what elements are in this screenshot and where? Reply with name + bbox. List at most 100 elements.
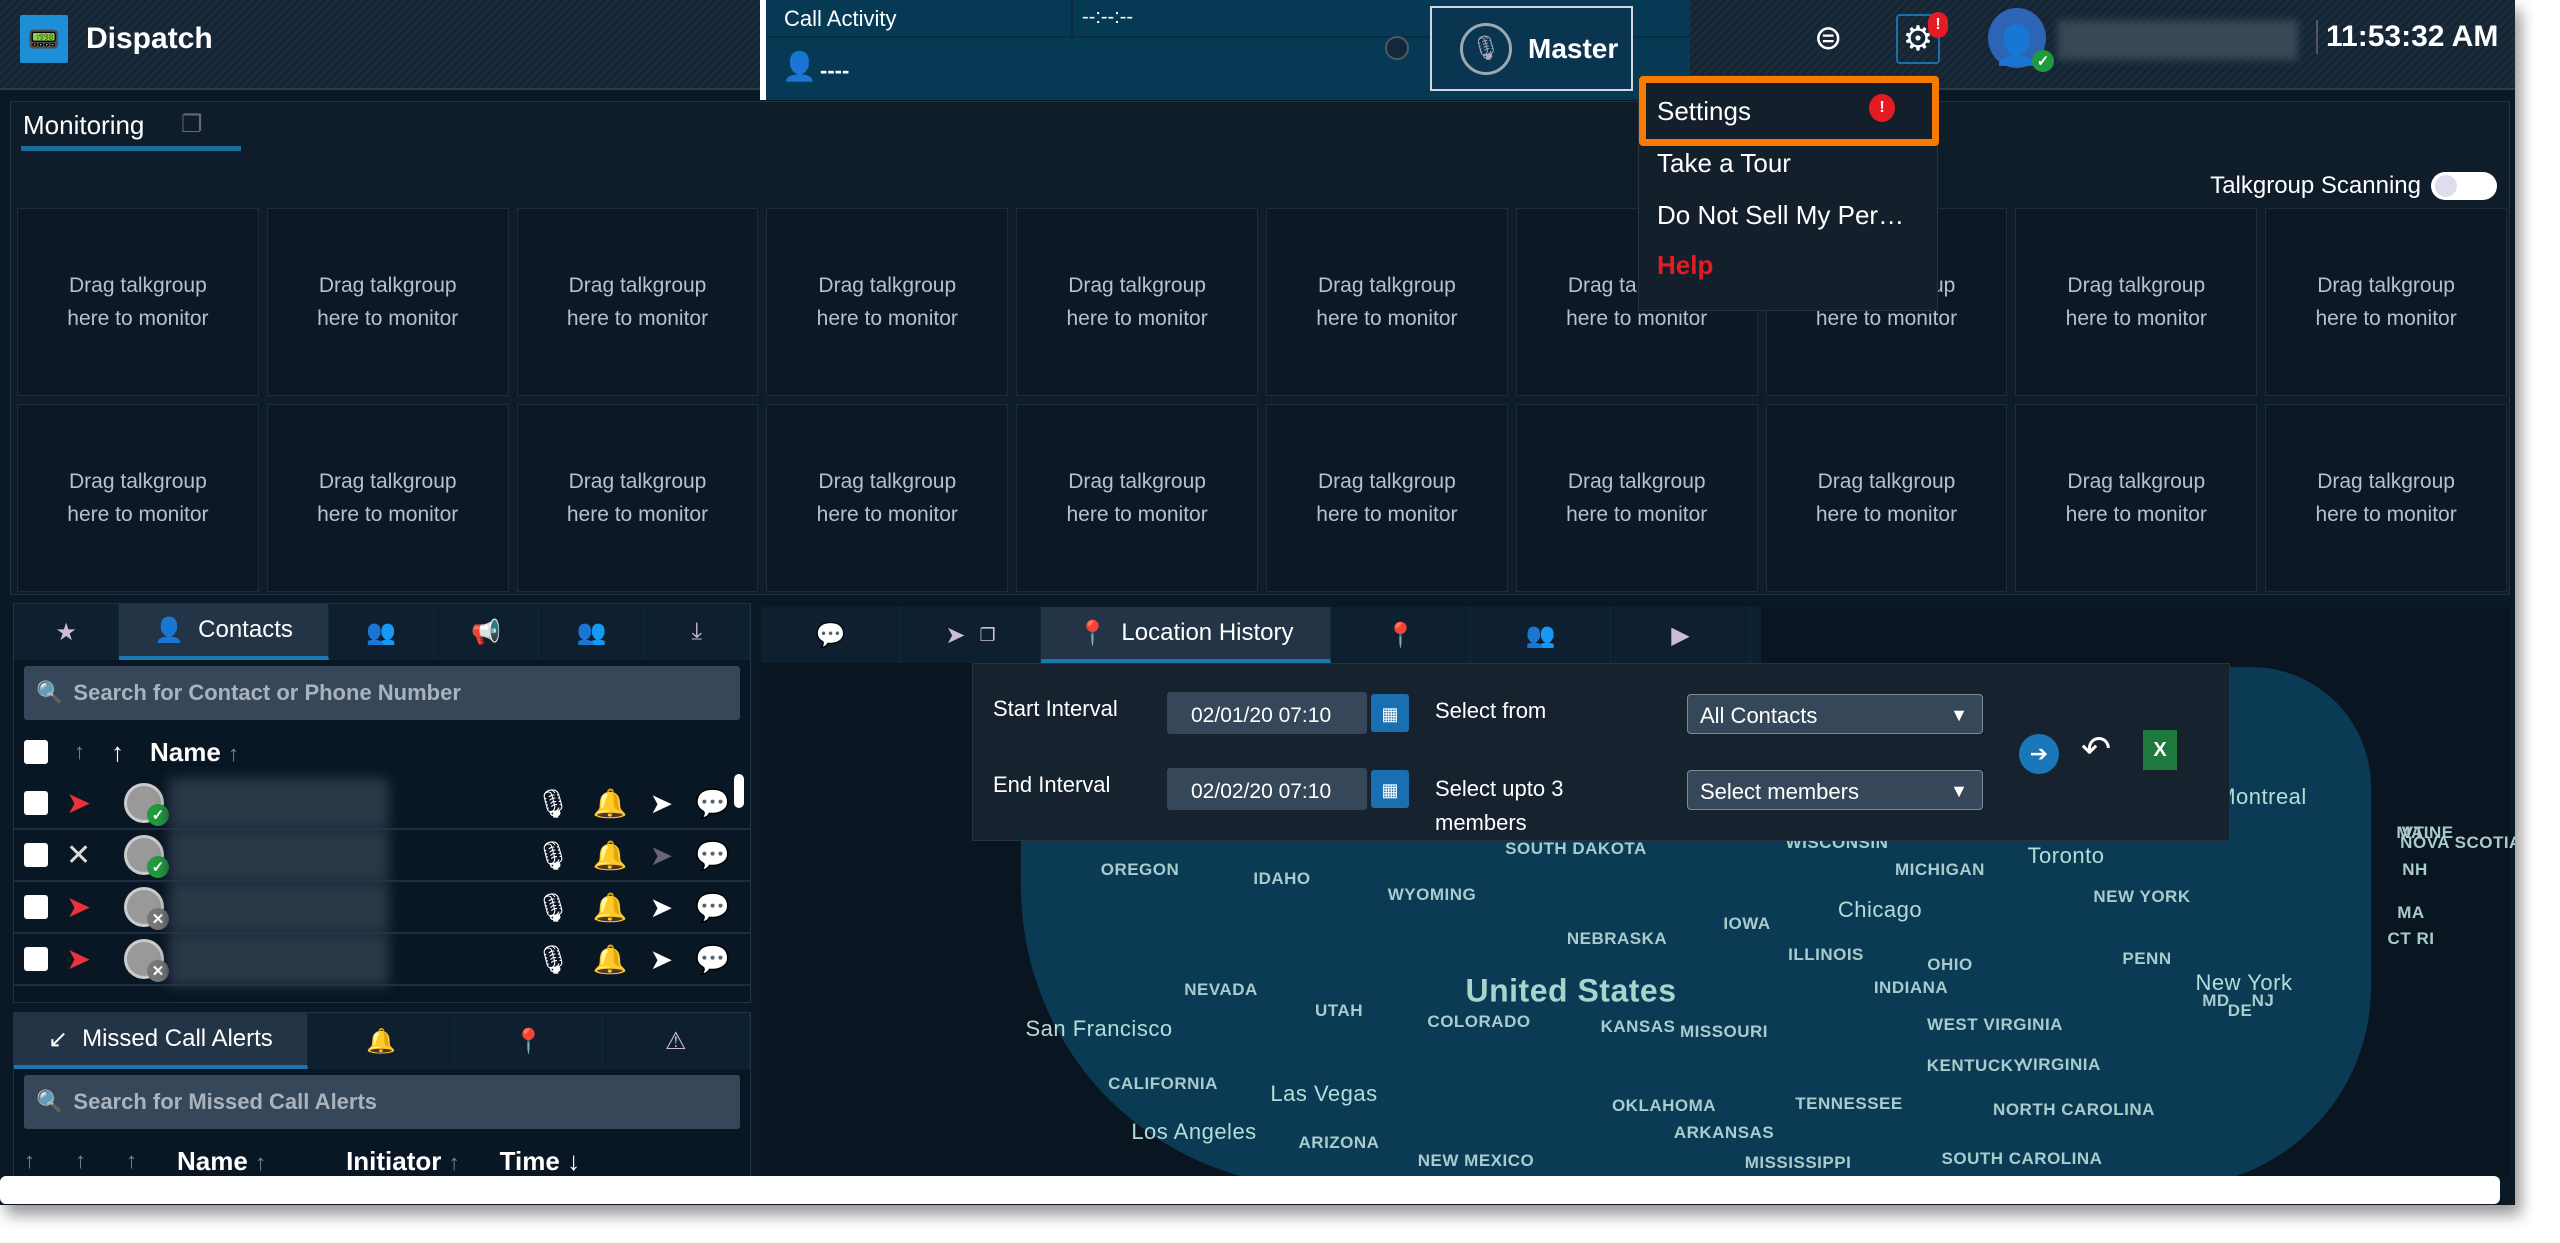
monitor-tile[interactable]: Drag talkgroup here to monitor bbox=[766, 208, 1009, 396]
menu-item-help[interactable]: Help bbox=[1657, 250, 1713, 281]
contact-row[interactable]: ➤ ✕ 🎙 🔔 ➤ 💬 bbox=[14, 882, 750, 934]
monitor-tile[interactable]: Drag talkgroup here to monitor bbox=[17, 404, 259, 592]
sort-arrow-icon[interactable]: ↑ bbox=[111, 737, 124, 768]
contact-name-redacted bbox=[169, 934, 389, 986]
tab-geofence-map[interactable]: 📍 bbox=[1331, 607, 1471, 663]
ptt-mic-icon[interactable]: 🎙 bbox=[535, 787, 571, 820]
contact-row[interactable]: ➤ ✓ 🎙 🔔 ➤ 💬 bbox=[14, 778, 750, 830]
bottom-bar bbox=[0, 1176, 2500, 1204]
tab-broadcast[interactable]: 📢 bbox=[434, 604, 540, 660]
tab-contacts[interactable]: 👤 Contacts bbox=[119, 604, 329, 660]
message-icon[interactable]: 💬 bbox=[695, 943, 730, 976]
contact-row[interactable]: ➤ ✕ 🎙 🔔 ➤ 💬 bbox=[14, 934, 750, 986]
map-label: WYOMING bbox=[1387, 885, 1477, 904]
tab-location[interactable]: ➤ ❐ bbox=[901, 607, 1041, 663]
map-label: VT bbox=[2401, 823, 2425, 842]
select-from-dropdown[interactable]: All Contacts bbox=[1687, 694, 1983, 734]
tab-missed-call-alerts[interactable]: ↙ Missed Call Alerts bbox=[14, 1013, 308, 1069]
monitor-tile[interactable]: Drag talkgroup here to monitor bbox=[1016, 404, 1258, 592]
monitor-tile[interactable]: Drag talkgroup here to monitor bbox=[1765, 404, 2008, 592]
tab-group-map[interactable]: 👥 bbox=[1471, 607, 1611, 663]
message-icon[interactable]: 💬 bbox=[695, 891, 730, 924]
contact-search-input[interactable]: 🔍 Search for Contact or Phone Number bbox=[24, 666, 740, 720]
monitor-tile[interactable]: Drag talkgroup here to monitor bbox=[17, 208, 259, 396]
monitor-tile[interactable]: Drag talkgroup here to monitor bbox=[1016, 208, 1258, 396]
reset-button[interactable]: ↶ bbox=[2081, 728, 2111, 770]
row-checkbox[interactable] bbox=[24, 843, 48, 867]
contact-row[interactable]: ✕ ✓ 🎙 🔔 ➤ 💬 bbox=[14, 830, 750, 882]
monitor-tile[interactable]: Drag talkgroup here to monitor bbox=[2015, 404, 2258, 592]
sort-arrow-icon[interactable]: ↑ bbox=[74, 739, 85, 765]
dispatch-app: 📟 Dispatch Call Activity --:--:-- 👤 ----… bbox=[0, 0, 2515, 1205]
master-button[interactable]: 🎙 Master bbox=[1430, 6, 1633, 91]
map-label: IDAHO bbox=[1253, 869, 1311, 888]
tab-dynamic-group[interactable]: 👥 bbox=[539, 604, 645, 660]
missed-search-input[interactable]: 🔍 Search for Missed Call Alerts bbox=[24, 1075, 740, 1129]
locate-icon[interactable]: ➤ bbox=[650, 839, 673, 872]
time-column-header[interactable]: Time ↓ bbox=[500, 1146, 580, 1177]
start-interval-input[interactable]: 02/01/20 07:10 bbox=[1167, 692, 1367, 734]
tab-recordings[interactable]: ▶ bbox=[1611, 607, 1751, 663]
monitor-tile[interactable]: Drag talkgroup here to monitor bbox=[266, 208, 509, 396]
name-column-header[interactable]: Name ↑ bbox=[177, 1146, 266, 1177]
settings-gear-button[interactable]: ⚙! bbox=[1896, 12, 1948, 64]
tab-alerts[interactable]: 🔔 bbox=[308, 1013, 456, 1069]
monitor-tile[interactable]: Drag talkgroup here to monitor bbox=[1515, 404, 1758, 592]
popout-icon[interactable]: ❐ bbox=[181, 110, 211, 140]
sort-arrow-icon[interactable]: ↑ bbox=[126, 1148, 137, 1174]
calendar-icon[interactable]: ▦ bbox=[1371, 770, 1409, 808]
ptt-mic-icon[interactable]: 🎙 bbox=[535, 839, 571, 872]
ptt-mic-icon[interactable]: 🎙 bbox=[535, 943, 571, 976]
end-interval-input[interactable]: 02/02/20 07:10 bbox=[1167, 768, 1367, 810]
monitor-tile[interactable]: Drag talkgroup here to monitor bbox=[2265, 404, 2507, 592]
message-icon[interactable]: 💬 bbox=[695, 787, 730, 820]
monitor-tile[interactable]: Drag talkgroup here to monitor bbox=[516, 208, 759, 396]
talkgroup-scanning: Talkgroup Scanning bbox=[2210, 172, 2497, 200]
tab-emergency[interactable]: ⚠ bbox=[603, 1013, 751, 1069]
row-checkbox[interactable] bbox=[24, 791, 48, 815]
tab-location-history[interactable]: 📍 Location History bbox=[1041, 607, 1331, 663]
tab-monitoring[interactable]: Monitoring bbox=[23, 110, 144, 141]
locate-icon[interactable]: ➤ bbox=[650, 787, 673, 820]
monitor-tile[interactable]: Drag talkgroup here to monitor bbox=[2015, 208, 2258, 396]
excel-export-button[interactable]: X bbox=[2143, 730, 2177, 770]
menu-item-take-a-tour[interactable]: Take a Tour bbox=[1657, 148, 1791, 179]
sort-arrow-icon[interactable]: ↑ bbox=[24, 1148, 35, 1174]
apply-arrow-button[interactable]: ➔ bbox=[2019, 734, 2059, 774]
monitor-tile[interactable]: Drag talkgroup here to monitor bbox=[1266, 208, 1508, 396]
locate-icon[interactable]: ➤ bbox=[650, 943, 673, 976]
select-members-dropdown[interactable]: Select members bbox=[1687, 770, 1983, 810]
select-all-checkbox[interactable] bbox=[24, 740, 48, 764]
tab-import-group[interactable]: ⤓ bbox=[645, 604, 750, 660]
tab-groups[interactable]: 👥 bbox=[329, 604, 435, 660]
alert-bell-icon[interactable]: 🔔 bbox=[593, 787, 628, 820]
initiator-column-header[interactable]: Initiator ↑ bbox=[346, 1146, 460, 1177]
map-label: Chicago bbox=[1837, 897, 1923, 922]
tour-icon[interactable]: ⊜ bbox=[1814, 18, 1843, 58]
row-checkbox[interactable] bbox=[24, 947, 48, 971]
menu-item-do-not-sell[interactable]: Do Not Sell My Per… bbox=[1657, 200, 1904, 231]
monitor-tile[interactable]: Drag talkgroup here to monitor bbox=[766, 404, 1009, 592]
alert-bell-icon[interactable]: 🔔 bbox=[593, 839, 628, 872]
locate-icon[interactable]: ➤ bbox=[650, 891, 673, 924]
alert-bell-icon[interactable]: 🔔 bbox=[593, 891, 628, 924]
monitor-tile[interactable]: Drag talkgroup here to monitor bbox=[516, 404, 759, 592]
monitor-tile[interactable]: Drag talkgroup here to monitor bbox=[1266, 404, 1508, 592]
message-icon[interactable]: 💬 bbox=[695, 839, 730, 872]
ptt-mic-icon[interactable]: 🎙 bbox=[535, 891, 571, 924]
monitor-tile[interactable]: Drag talkgroup here to monitor bbox=[2265, 208, 2507, 396]
row-checkbox[interactable] bbox=[24, 895, 48, 919]
scrollbar[interactable] bbox=[734, 774, 744, 808]
tab-favorites[interactable]: ★ bbox=[14, 604, 120, 660]
name-column-header[interactable]: Name ↑ bbox=[150, 737, 239, 768]
monitor-tile[interactable]: Drag talkgroup here to monitor bbox=[266, 404, 509, 592]
sort-arrow-icon[interactable]: ↑ bbox=[75, 1148, 86, 1174]
alert-bell-icon[interactable]: 🔔 bbox=[593, 943, 628, 976]
tab-geofence[interactable]: 📍 bbox=[455, 1013, 603, 1069]
talkgroup-scanning-toggle[interactable] bbox=[2431, 172, 2497, 200]
tab-messages[interactable]: 💬 bbox=[761, 607, 901, 663]
user-avatar[interactable]: 👤 ✓ bbox=[1988, 8, 2054, 72]
calendar-icon[interactable]: ▦ bbox=[1371, 694, 1409, 732]
group-location-icon: 👥 bbox=[1525, 621, 1556, 649]
call-activity-label: Call Activity bbox=[784, 6, 897, 31]
